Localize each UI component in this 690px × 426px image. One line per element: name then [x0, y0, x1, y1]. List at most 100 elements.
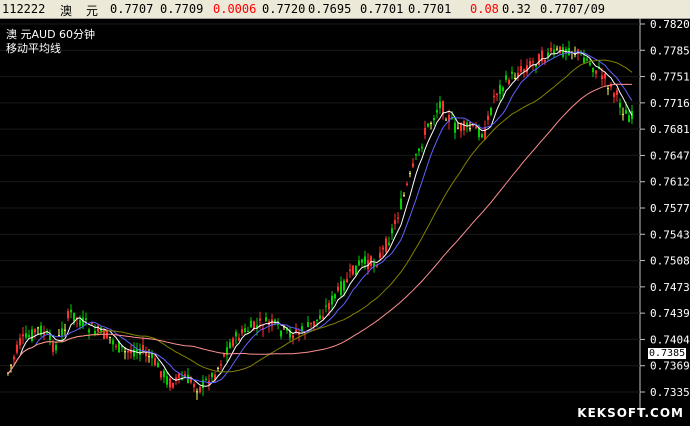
candle-body [607, 88, 609, 90]
candle-body [58, 334, 60, 336]
candle-body [310, 322, 312, 325]
candle-body [628, 115, 630, 122]
candle-body [67, 311, 69, 319]
candle-body [601, 75, 603, 79]
candle-body [130, 350, 132, 354]
candle-body [244, 328, 246, 333]
candle-body [592, 68, 594, 73]
price-tick-label: 0.7751 [650, 71, 690, 84]
candle-body [124, 351, 126, 353]
candle-body [325, 305, 327, 307]
candle-body [148, 356, 150, 358]
candle-body [454, 122, 456, 133]
candle-body [514, 77, 516, 79]
candle-body [331, 295, 333, 305]
candle-body [445, 119, 447, 121]
candle-body [250, 320, 252, 328]
candle-body [481, 134, 483, 138]
candle-body [550, 47, 552, 52]
candle-body [340, 281, 342, 296]
candle-body [370, 256, 372, 266]
candle-body [394, 220, 396, 224]
candle-body [346, 278, 348, 283]
candle-body [484, 127, 486, 140]
candle-body [70, 309, 72, 313]
candle-body [37, 327, 39, 329]
candle-body [436, 110, 438, 113]
candle-body [337, 286, 339, 291]
price-change: 0.0006 [213, 2, 257, 16]
low-price: 0.7695 [308, 2, 352, 16]
open-price: 0.7707 [110, 2, 154, 16]
percent-change: 0.08 [470, 2, 499, 16]
candle-body [253, 321, 255, 329]
candle-body [556, 48, 558, 50]
candle-body [139, 348, 141, 355]
candle-body [145, 352, 147, 357]
candle-body [259, 318, 261, 321]
price-tick-label: 0.7404 [650, 333, 690, 346]
candle-body [31, 329, 33, 341]
moving-averages [7, 50, 633, 387]
candle-body [220, 364, 222, 366]
price-chart[interactable]: 0.7820 0.7785 0.7751 0.7716 0.7681 0.7647 0.76… [0, 18, 690, 426]
candle-body [532, 61, 534, 63]
price-tick-label: 0.7820 [650, 18, 690, 31]
watermark: KEKSOFT.COM [577, 406, 684, 420]
candle-body [64, 329, 66, 331]
candle-body [439, 101, 441, 109]
indicator-label[interactable]: 移动平均线 [6, 40, 61, 56]
candle-body [154, 358, 156, 366]
candle-body [25, 333, 27, 338]
candle-body [475, 126, 477, 129]
candle-body [169, 378, 171, 388]
candle-body [172, 382, 174, 388]
candle-body [505, 75, 507, 80]
candle-body [415, 153, 417, 156]
candle-body [583, 57, 585, 64]
candle-body [280, 330, 282, 337]
candle-body [166, 376, 168, 385]
candle-body [388, 242, 390, 245]
candle-body [343, 280, 345, 291]
candle-body [421, 146, 423, 149]
candle-body [466, 122, 468, 126]
ma10-line [7, 51, 633, 384]
candle-body [211, 372, 213, 378]
candle-body [418, 148, 420, 152]
candle-body [307, 322, 309, 328]
candle-body [496, 93, 498, 96]
prev-close-price: 0.7709 [160, 2, 204, 16]
candle-body [187, 374, 189, 384]
candle-body [619, 102, 621, 108]
candle-body [409, 173, 411, 175]
ask-price: 0.7701 [408, 2, 452, 16]
current-price-tag: 0.7385 [648, 348, 687, 359]
candle-body [361, 259, 363, 263]
symbol-name-1: 澳 [60, 4, 73, 18]
candle-body [424, 128, 426, 135]
candle-body [499, 84, 501, 95]
candle-body [127, 350, 129, 353]
candle-body [622, 113, 624, 115]
candle-body [292, 335, 294, 339]
candle-body [202, 379, 204, 389]
candle-body [469, 128, 471, 130]
symbol-code: 112222 [2, 2, 46, 16]
candle-body [22, 334, 24, 337]
amplitude: 0.32 [502, 2, 531, 16]
price-tick-label: 0.7335 [650, 386, 690, 399]
candle-body [493, 95, 495, 98]
candle-body [358, 260, 360, 266]
candle-body [406, 183, 408, 186]
price-tick-label: 0.7473 [650, 281, 690, 294]
candle-body [241, 329, 243, 334]
candle-body [112, 340, 114, 345]
candle-body [97, 325, 99, 332]
price-tick-label: 0.7508 [650, 255, 690, 268]
candle-body [235, 332, 237, 337]
candle-body [403, 195, 405, 197]
candle-body [400, 198, 402, 210]
candle-body [412, 163, 414, 167]
candle-body [529, 61, 531, 67]
